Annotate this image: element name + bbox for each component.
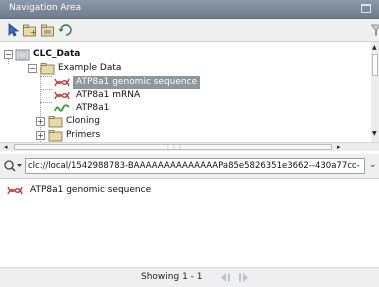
toolbar: + (0, 19, 379, 42)
next-page-icon[interactable] (235, 272, 251, 283)
expand-icon[interactable]: + (36, 131, 45, 140)
tree-node-label: ATP8a1 genomic sequence (73, 76, 201, 89)
navigation-tree: − CLC_Data − Example Data ATP8a1 genomic… (0, 42, 371, 142)
collapse-icon[interactable]: − (28, 64, 37, 73)
tree-node-label: CLC_Data (33, 49, 81, 59)
tree-item-atp8a1-mrna[interactable]: ATP8a1 mRNA (0, 89, 371, 102)
folder-open-icon (40, 62, 56, 75)
tree-item-cloning[interactable]: + Cloning (0, 115, 371, 128)
filter-icon[interactable] (368, 22, 379, 38)
maximize-icon[interactable] (361, 4, 371, 13)
tree-item-primers[interactable]: + Primers (0, 129, 371, 142)
tree-item-atp8a1[interactable]: ATP8a1 (0, 102, 371, 115)
scrollbar-thumb[interactable] (372, 54, 378, 76)
tree-node-label: Cloning (66, 116, 100, 126)
tree-node-label: Example Data (58, 63, 122, 73)
add-location-icon[interactable] (40, 22, 56, 38)
tree-node-label: ATP8a1 mRNA (76, 90, 141, 100)
scroll-up-icon[interactable]: ▲ (372, 44, 377, 51)
folder-icon (48, 115, 64, 128)
tree-item-atp8a1-genomic-sequence[interactable]: ATP8a1 genomic sequence (0, 76, 371, 89)
tree-node-label: Primers (66, 130, 101, 140)
collapse-icon[interactable]: − (4, 50, 13, 59)
scroll-left-icon[interactable]: ◂ (4, 143, 8, 151)
dna-sequence-icon (54, 89, 70, 102)
horizontal-scrollbar[interactable]: ◂ ⋮⋮⋮ ▸ (0, 142, 379, 151)
svg-text:+: + (30, 28, 37, 37)
results-count: Showing 1 - 1 (141, 272, 203, 282)
scroll-right-icon[interactable]: ▸ (337, 143, 341, 151)
search-bar: ⌄ (0, 154, 379, 178)
expand-icon[interactable]: + (36, 117, 45, 126)
protein-sequence-icon (54, 102, 70, 115)
dna-sequence-icon (54, 76, 70, 89)
grip-icon: ⋮⋮⋮ (165, 144, 183, 151)
search-icon[interactable] (3, 159, 23, 173)
folder-icon (48, 129, 64, 142)
status-bar: Showing 1 - 1 (0, 267, 379, 287)
window-title: Navigation Area (9, 3, 82, 13)
search-results: ATP8a1 genomic sequence (0, 178, 379, 267)
tree-node-label: ATP8a1 (76, 103, 110, 113)
result-label: ATP8a1 genomic sequence (30, 185, 152, 195)
database-icon (15, 48, 31, 61)
result-row[interactable]: ATP8a1 genomic sequence (0, 184, 379, 197)
previous-page-icon[interactable] (218, 272, 234, 283)
scrollbar-thumb[interactable]: ⋮⋮⋮ (14, 144, 332, 151)
tree-node-clc-data[interactable]: − CLC_Data (0, 48, 371, 61)
add-folder-icon[interactable]: + (22, 22, 38, 38)
title-bar: Navigation Area (0, 0, 379, 19)
search-input[interactable] (25, 158, 365, 174)
chevron-down-icon[interactable]: ⌄ (369, 160, 377, 170)
vertical-scrollbar[interactable]: ▲ ▼ (371, 42, 379, 142)
scroll-down-icon[interactable]: ▼ (372, 130, 377, 137)
tree-node-example-data[interactable]: − Example Data (0, 62, 371, 75)
refresh-icon[interactable] (58, 22, 74, 38)
dna-sequence-icon (7, 184, 23, 197)
pointer-icon[interactable] (5, 22, 21, 38)
